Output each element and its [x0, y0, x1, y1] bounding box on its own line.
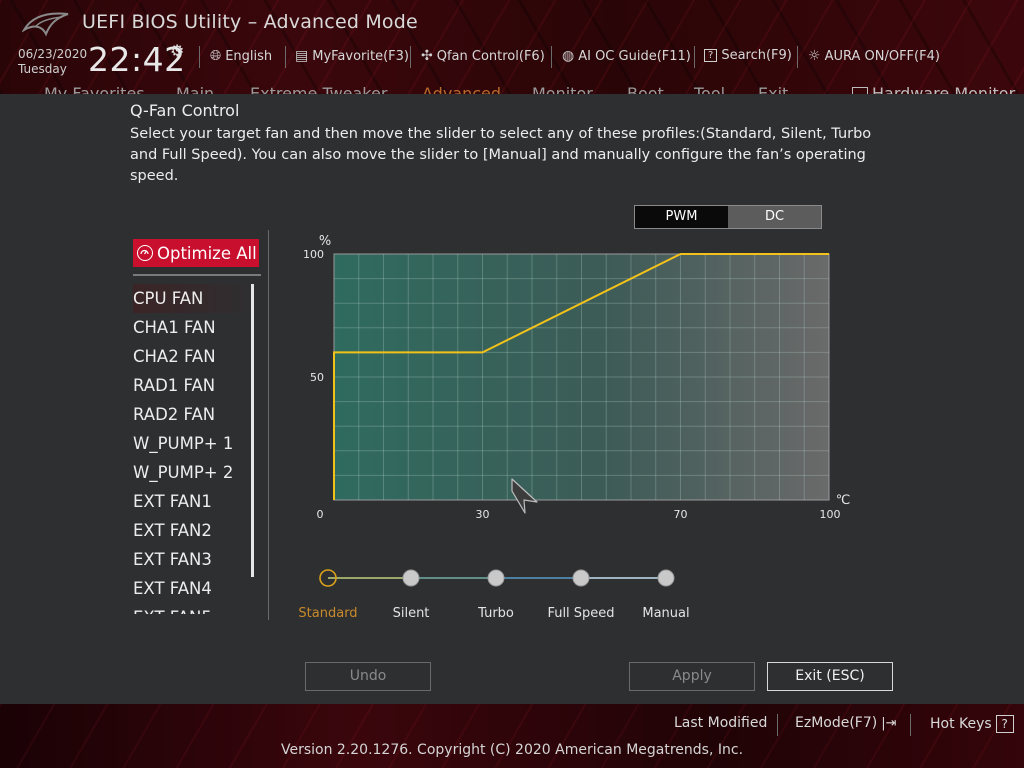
divider — [910, 714, 911, 736]
divider — [694, 46, 695, 68]
fan-curve-chart[interactable]: % ℃ 50 100 0 30 70 100 — [0, 94, 1024, 634]
divider — [551, 46, 552, 68]
x-tick-label: 0 — [317, 508, 324, 521]
exit-button[interactable]: Exit (ESC) — [767, 662, 893, 691]
profile-knob-turbo[interactable] — [487, 569, 505, 587]
apply-button[interactable]: Apply — [629, 662, 755, 691]
globe-icon: 🌐︎ — [210, 48, 222, 64]
language-button[interactable]: 🌐︎ English — [210, 48, 272, 64]
qfan-dialog: Q-Fan Control Select your target fan and… — [0, 94, 1024, 704]
x-tick-label: 30 — [476, 508, 490, 521]
footer-bar: Last Modified EzMode(F7) |⇥ Hot Keys ? V… — [0, 704, 1024, 768]
qfan-control-button[interactable]: ✣ Qfan Control(F6) — [421, 48, 545, 64]
favorite-icon: ▤ — [295, 48, 309, 64]
ai-oc-guide-label: AI OC Guide(F11) — [578, 48, 691, 64]
x-axis-label: ℃ — [836, 493, 851, 508]
aura-label: AURA ON/OFF(F4) — [824, 48, 940, 64]
aura-button[interactable]: ☼ AURA ON/OFF(F4) — [808, 48, 940, 64]
profile-label-silent[interactable]: Silent — [393, 606, 430, 621]
hotkeys-button[interactable]: Hot Keys ? — [930, 715, 1014, 733]
search-label: Search(F9) — [721, 48, 792, 63]
divider — [797, 46, 798, 68]
profile-knob-full-speed[interactable] — [572, 569, 590, 587]
y-tick-label: 100 — [303, 248, 324, 261]
myfavorite-label: MyFavorite(F3) — [312, 48, 409, 64]
last-modified-button[interactable]: Last Modified — [674, 715, 767, 731]
fan-icon: ✣ — [421, 48, 433, 64]
search-button[interactable]: ? Search(F9) — [704, 48, 792, 63]
divider — [410, 46, 411, 68]
day-text: Tuesday — [18, 62, 67, 76]
myfavorite-button[interactable]: ▤ MyFavorite(F3) — [295, 48, 409, 64]
help-icon: ? — [995, 715, 1014, 733]
divider — [199, 46, 200, 68]
x-tick-label: 100 — [820, 508, 841, 521]
ai-oc-guide-button[interactable]: ◍ AI OC Guide(F11) — [562, 48, 691, 64]
x-tick-label: 70 — [674, 508, 688, 521]
aura-icon: ☼ — [808, 48, 821, 64]
undo-button[interactable]: Undo — [305, 662, 431, 691]
exit-arrow-icon: |⇥ — [881, 715, 897, 731]
divider — [285, 46, 286, 68]
profile-label-turbo[interactable]: Turbo — [478, 606, 514, 621]
y-axis-label: % — [319, 234, 331, 249]
divider — [777, 714, 778, 736]
top-header: UEFI BIOS Utility – Advanced Mode 06/23/… — [0, 0, 1024, 103]
hotkeys-label: Hot Keys — [930, 716, 992, 732]
profile-label-full-speed[interactable]: Full Speed — [547, 606, 614, 621]
ezmode-label: EzMode(F7) — [795, 715, 878, 731]
date-text: 06/23/2020 — [18, 47, 88, 61]
qfan-control-label: Qfan Control(F6) — [436, 48, 545, 64]
copyright-text: Version 2.20.1276. Copyright (C) 2020 Am… — [280, 742, 744, 758]
rog-logo-icon — [22, 12, 69, 37]
profile-knob-silent[interactable] — [402, 569, 420, 587]
y-tick-label: 50 — [310, 371, 324, 384]
search-icon: ? — [704, 49, 718, 62]
profile-label-manual[interactable]: Manual — [642, 606, 689, 621]
date-display: 06/23/2020 Tuesday — [18, 47, 87, 77]
profile-label-standard[interactable]: Standard — [298, 606, 357, 621]
ai-oc-icon: ◍ — [562, 48, 575, 64]
app-title: UEFI BIOS Utility – Advanced Mode — [82, 11, 418, 33]
profile-knob-manual[interactable] — [657, 569, 675, 587]
language-label: English — [225, 48, 273, 64]
ezmode-button[interactable]: EzMode(F7) |⇥ — [795, 715, 897, 731]
gear-icon[interactable]: ⚙ — [170, 41, 184, 60]
